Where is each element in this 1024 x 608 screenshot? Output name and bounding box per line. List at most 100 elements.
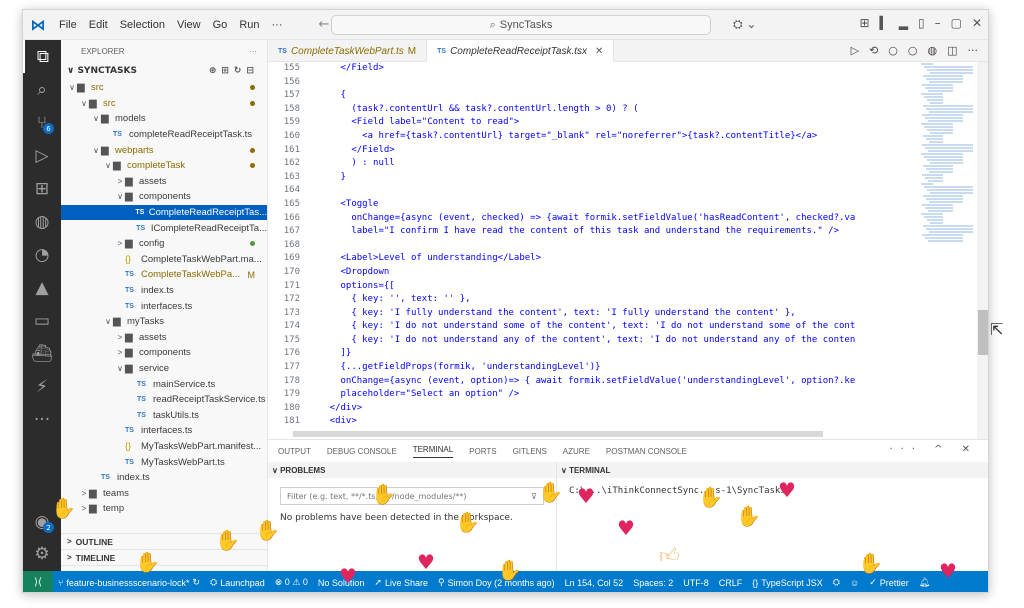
solution-item[interactable]: No Solution — [313, 578, 370, 588]
timeline-section[interactable]: > TIMELINE — [61, 549, 267, 565]
git-blame-item[interactable]: ⚲ Simon Doy (2 months ago) — [433, 577, 560, 588]
editor-horizontal-scrollbar[interactable] — [293, 431, 823, 437]
terminal-prompt[interactable]: C:\...\iThinkConnectSync...s-1\SyncTasks — [557, 478, 988, 504]
code-line[interactable] — [308, 239, 917, 253]
tree-item[interactable]: > ▆ components — [61, 345, 267, 361]
code-line[interactable]: { key: '', text: '' }, — [308, 293, 917, 307]
toggle-panel-icon[interactable]: ▂ — [899, 16, 908, 30]
panel-tab-postman-console[interactable]: POSTMAN CONSOLE — [606, 447, 687, 456]
tree-item[interactable]: ∨ ▆ webparts — [61, 142, 267, 158]
code-line[interactable]: ]} — [308, 347, 917, 361]
tree-item[interactable]: TS index.ts — [61, 283, 267, 299]
tree-item[interactable]: TS completeReadReceiptTask.ts — [61, 127, 267, 143]
language-mode[interactable]: {} TypeScript JSX — [747, 578, 828, 588]
panel-tab-azure[interactable]: AZURE — [563, 447, 590, 456]
docker-icon[interactable]: ⛴ — [23, 337, 61, 370]
testing-icon[interactable]: ▭ — [23, 304, 61, 337]
code-line[interactable]: placeholder="Select an option" /> — [308, 388, 917, 402]
tab-completereadreceipttask[interactable]: TS CompleteReadReceiptTask.tsx ✕ — [427, 40, 615, 62]
close-button[interactable]: ✕ — [972, 16, 982, 30]
layout-icon[interactable]: ⊞ — [859, 16, 869, 30]
panel-actions[interactable]: ··· ^ ✕ — [889, 444, 978, 455]
editor-vertical-scrollbar[interactable] — [977, 62, 988, 439]
menu-more[interactable]: ··· — [266, 19, 289, 31]
code-line[interactable]: onChange={async (event, checked) => {awa… — [308, 212, 917, 226]
power-platform-icon[interactable]: ⚡ — [23, 370, 61, 403]
copilot-edit-icon[interactable]: ◍ — [927, 44, 937, 57]
panel-tab-gitlens[interactable]: GITLENS — [513, 447, 547, 456]
code-line[interactable]: { — [308, 89, 917, 103]
code-line[interactable]: </Field> — [308, 144, 917, 158]
more-actions-icon[interactable]: ··· — [968, 44, 979, 57]
tree-item[interactable]: > ▆ teams — [61, 485, 267, 501]
code-line[interactable]: {...getFieldProps(formik, 'understanding… — [308, 361, 917, 375]
code-line[interactable]: ) : null — [308, 157, 917, 171]
code-line[interactable]: label="I confirm I have read the content… — [308, 225, 917, 239]
tree-item[interactable]: ∨ ▆ components — [61, 189, 267, 205]
tab-completetaskwebpart[interactable]: TS CompleteTaskWebPart.ts M — [268, 40, 428, 62]
code-line[interactable]: { key: 'I do not understand any of the c… — [308, 334, 917, 348]
tree-item[interactable]: ∨ ▆ src — [61, 80, 267, 96]
close-tab-button[interactable]: ✕ — [595, 46, 603, 57]
run-debug-icon[interactable]: ▷ — [23, 139, 61, 172]
code-line[interactable]: <Field label="Content to read"> — [308, 116, 917, 130]
tree-item[interactable]: TS taskUtils.ts — [61, 407, 267, 423]
notifications-icon[interactable]: 🔔︎ — [914, 577, 935, 588]
azure-icon[interactable]: ▲ — [23, 271, 61, 304]
tree-item[interactable]: ∨ ▆ myTasks — [61, 314, 267, 330]
tree-item[interactable]: TS ICompleteReadReceiptTa... — [61, 220, 267, 236]
copilot-status-icon[interactable]: ⛭ — [828, 577, 845, 588]
encoding[interactable]: UTF-8 — [678, 578, 714, 588]
branch-indicator[interactable]: ⑂ feature-businessscenario-lock* ↻ — [53, 577, 205, 588]
remote-explorer-icon[interactable]: ◔ — [23, 238, 61, 271]
code-line[interactable]: { key: 'I fully understand the content',… — [308, 307, 917, 321]
tree-item[interactable]: ∨ ▆ service — [61, 361, 267, 377]
outline-section[interactable]: > OUTLINE — [61, 533, 267, 549]
maximize-button[interactable]: ▢ — [951, 16, 962, 30]
code-line[interactable]: { key: 'I do not understand some of the … — [308, 320, 917, 334]
tree-item[interactable]: > ▆ assets — [61, 330, 267, 346]
panel-tab-terminal[interactable]: TERMINAL — [412, 445, 454, 458]
scrollbar-thumb[interactable] — [978, 310, 988, 355]
go-back-icon[interactable]: ⟲ — [869, 44, 878, 57]
terminal-header[interactable]: ∨ TERMINAL — [557, 462, 988, 478]
menu-edit[interactable]: Edit — [83, 19, 114, 31]
tree-item[interactable]: > ▆ temp — [61, 501, 267, 517]
terminal-view[interactable]: ∨ TERMINAL C:\...\iThinkConnectSync...s-… — [557, 462, 988, 572]
menu-file[interactable]: File — [53, 19, 83, 31]
minimize-button[interactable]: – — [935, 16, 941, 30]
explorer-icon[interactable]: ⧉ — [23, 40, 61, 73]
menu-run[interactable]: Run — [233, 19, 265, 31]
copilot-icon[interactable]: ⛭ ⌄ — [733, 17, 756, 32]
launchpad-item[interactable]: ⛭ Launchpad — [205, 577, 270, 588]
toggle-secondary-icon[interactable]: ▯ — [918, 16, 925, 30]
feedback-icon[interactable]: ☺ — [845, 578, 864, 588]
prev-change-icon[interactable]: ○ — [888, 44, 898, 57]
liveshare-item[interactable]: ➚ Live Share — [369, 577, 433, 588]
problems-header[interactable]: ∨ PROBLEMS — [268, 462, 556, 478]
tree-item[interactable]: TS MyTasksWebPart.ts — [61, 454, 267, 470]
project-header[interactable]: ∨ SYNCTASKS ⊕⊞↻⊟ — [61, 62, 267, 80]
tree-item[interactable]: ∨ ▆ models — [61, 111, 267, 127]
code-line[interactable]: <Label>Level of understanding</Label> — [308, 252, 917, 266]
indentation[interactable]: Spaces: 2 — [628, 578, 678, 588]
menu-go[interactable]: Go — [207, 19, 234, 31]
code-line[interactable]: } — [308, 171, 917, 185]
code-line[interactable]: <Dropdown — [308, 266, 917, 280]
code-line[interactable] — [308, 184, 917, 198]
search-icon[interactable]: ⌕ — [23, 73, 61, 106]
code-line[interactable]: <Toggle — [308, 198, 917, 212]
prettier-item[interactable]: ✓ Prettier — [864, 577, 914, 588]
tree-item[interactable]: TS interfaces.ts — [61, 298, 267, 314]
panel-tab-ports[interactable]: PORTS — [469, 447, 496, 456]
next-change-icon[interactable]: ○ — [908, 44, 918, 57]
code-line[interactable]: <div> — [308, 415, 917, 429]
tree-item[interactable]: {} CompleteTaskWebPart.ma... — [61, 252, 267, 268]
tree-item[interactable]: TS CompleteTaskWebPa... M — [61, 267, 267, 283]
panel-tab-debug-console[interactable]: DEBUG CONSOLE — [327, 447, 397, 456]
github-icon[interactable]: ◍ — [23, 205, 61, 238]
tree-item[interactable]: ∨ ▆ src — [61, 96, 267, 112]
explorer-more-button[interactable]: ··· — [249, 47, 257, 56]
code-line[interactable]: onChange={async (event, option)=> { awai… — [308, 375, 917, 389]
tree-item[interactable]: > ▆ assets — [61, 174, 267, 190]
